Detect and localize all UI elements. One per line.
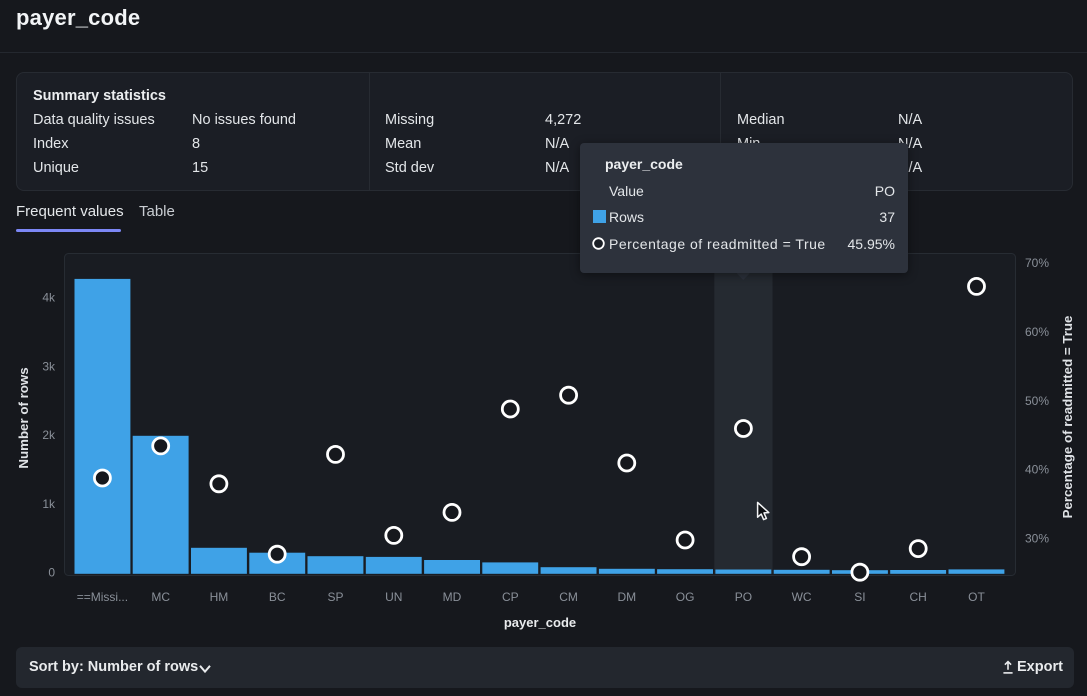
svg-text:WC: WC xyxy=(792,590,812,604)
svg-text:OG: OG xyxy=(676,590,695,604)
svg-text:4k: 4k xyxy=(42,291,56,305)
svg-text:PO: PO xyxy=(735,590,752,604)
svg-text:BC: BC xyxy=(269,590,286,604)
svg-text:Percentage of readmitted = Tru: Percentage of readmitted = True xyxy=(1060,316,1075,519)
svg-text:OT: OT xyxy=(968,590,985,604)
svg-text:CM: CM xyxy=(559,590,578,604)
svg-text:40%: 40% xyxy=(1025,463,1049,477)
svg-text:DM: DM xyxy=(617,590,636,604)
svg-text:50%: 50% xyxy=(1025,394,1049,408)
svg-text:SP: SP xyxy=(327,590,343,604)
svg-text:2k: 2k xyxy=(42,428,56,442)
svg-text:0: 0 xyxy=(48,566,55,580)
svg-text:70%: 70% xyxy=(1025,256,1049,270)
svg-text:MD: MD xyxy=(443,590,462,604)
svg-text:CP: CP xyxy=(502,590,519,604)
svg-text:30%: 30% xyxy=(1025,531,1049,545)
svg-text:SI: SI xyxy=(854,590,865,604)
svg-text:60%: 60% xyxy=(1025,325,1049,339)
svg-text:==Missi...: ==Missi... xyxy=(77,590,128,604)
svg-text:Number of rows: Number of rows xyxy=(16,367,31,468)
svg-text:1k: 1k xyxy=(42,497,56,511)
svg-text:CH: CH xyxy=(910,590,927,604)
svg-text:UN: UN xyxy=(385,590,402,604)
svg-text:MC: MC xyxy=(151,590,170,604)
svg-text:3k: 3k xyxy=(42,360,56,374)
svg-text:HM: HM xyxy=(210,590,229,604)
svg-text:payer_code: payer_code xyxy=(504,615,576,630)
